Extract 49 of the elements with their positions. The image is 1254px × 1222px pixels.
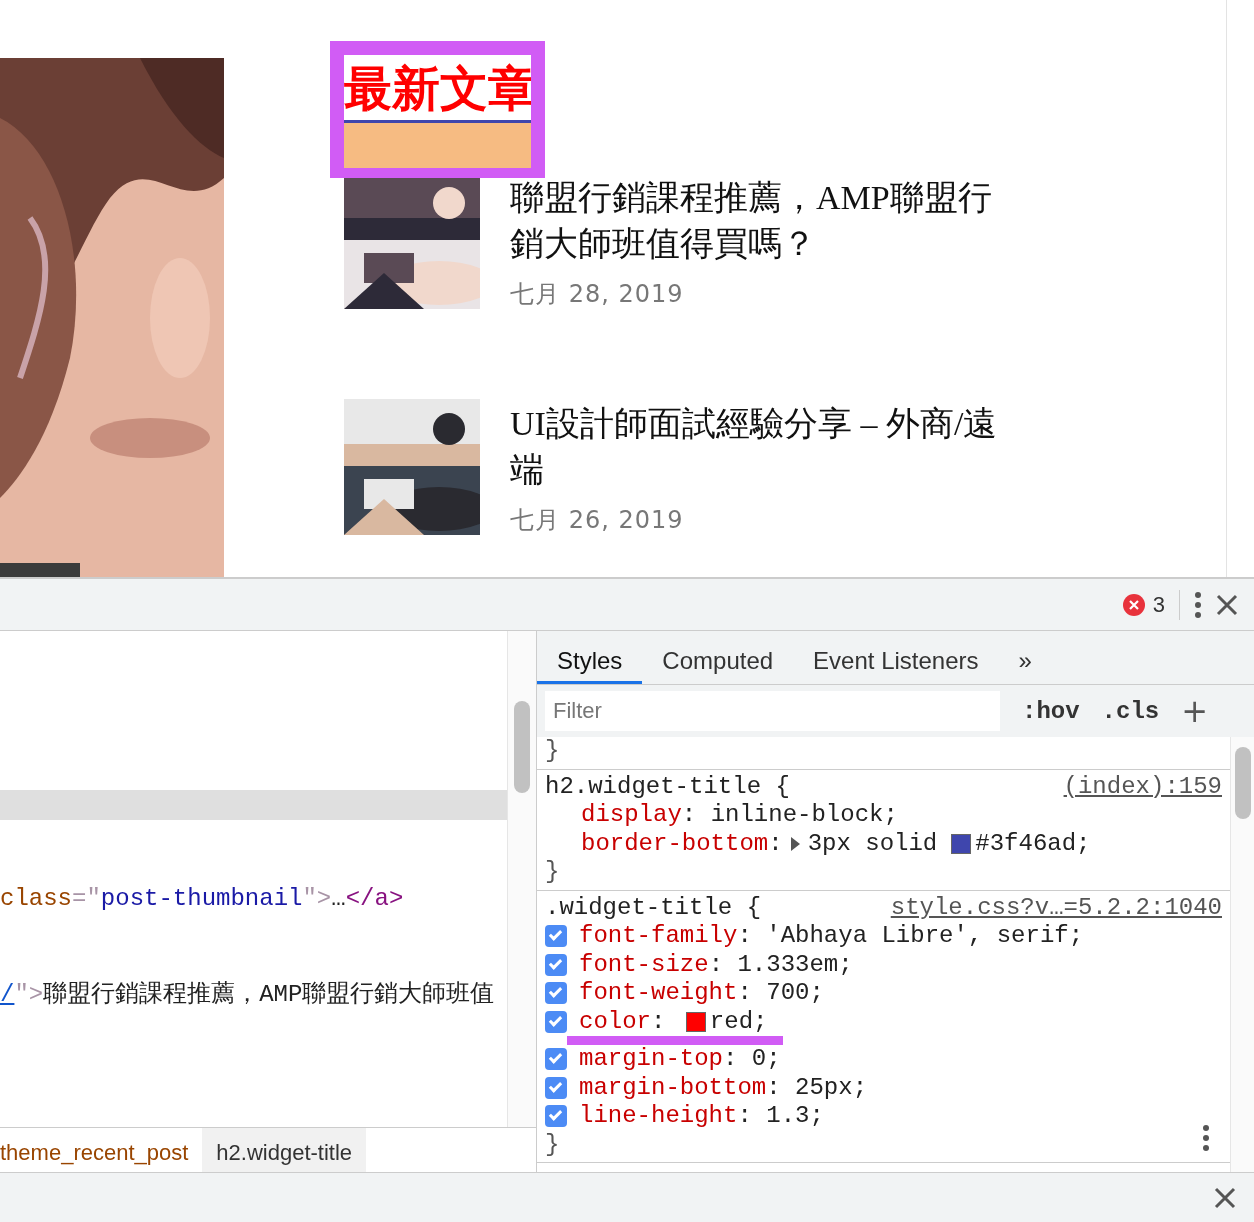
breadcrumb[interactable]: h2.widget-title	[202, 1128, 367, 1172]
scrollbar-thumb[interactable]	[514, 701, 530, 793]
post-date: 七月 26, 2019	[510, 505, 684, 536]
filter-field[interactable]: Filter	[545, 691, 1000, 731]
error-icon	[1122, 593, 1145, 616]
more-icon[interactable]	[1194, 590, 1202, 619]
checkbox[interactable]	[545, 1105, 567, 1128]
checkbox[interactable]	[545, 925, 567, 948]
closing-brace: }	[545, 858, 560, 887]
color-swatch[interactable]	[951, 833, 972, 854]
close-icon[interactable]	[1214, 1186, 1236, 1209]
css-declaration: border-bottom: 3px solid #3f46ad;	[580, 829, 1092, 858]
closing-brace: }	[545, 1130, 560, 1159]
cls-button[interactable]: .cls	[1101, 697, 1160, 725]
post-title[interactable]: UI設計師面試經驗分享 – 外商/遠端	[510, 401, 1015, 494]
checkbox[interactable]	[545, 953, 567, 976]
source-link[interactable]: (index):159	[1063, 772, 1222, 801]
tab[interactable]: Computed	[642, 631, 794, 684]
color-swatch[interactable]	[685, 1011, 706, 1032]
css-declaration: font-family: 'Abhaya Libre', serif;	[545, 922, 1222, 951]
css-selector: h2.widget-title {	[545, 772, 790, 801]
error-count[interactable]: 3	[1152, 588, 1165, 621]
checkbox[interactable]	[545, 1048, 567, 1071]
checkbox[interactable]	[545, 1076, 567, 1099]
css-declaration: margin-top: 0;	[545, 1045, 1222, 1074]
css-declaration: font-weight: 700;	[545, 979, 1222, 1008]
add-rule-button[interactable]: +	[1181, 687, 1209, 735]
css-selector: .widget-title {	[545, 893, 762, 922]
css-declaration: margin-bottom: 25px;	[545, 1073, 1222, 1102]
expand-icon[interactable]	[790, 836, 800, 851]
source-link[interactable]: style.css?v…=5.2.2:1040	[890, 893, 1222, 922]
css-declaration: font-size: 1.333em;	[545, 950, 1222, 979]
more-tabs-button[interactable]: »	[998, 631, 1052, 684]
dom-line[interactable]: class="post-thumbnail">…</a>	[0, 884, 507, 914]
checkbox[interactable]	[545, 1010, 567, 1033]
css-declaration: display: inline-block;	[580, 801, 899, 830]
dom-line[interactable]: /">聯盟行銷課程推薦，AMP聯盟行銷大師班值	[0, 980, 507, 1010]
tab[interactable]: Event Listeners	[793, 631, 999, 684]
checkbox[interactable]	[545, 982, 567, 1005]
scrollbar-thumb[interactable]	[1235, 747, 1251, 819]
post-date: 七月 28, 2019	[510, 279, 684, 310]
closing-brace: }	[545, 737, 560, 766]
css-declaration: color: red;	[545, 1007, 1222, 1036]
close-icon[interactable]	[1216, 593, 1238, 616]
post-title[interactable]: 聯盟行銷課程推薦，AMP聯盟行銷大師班值得買嗎？	[510, 175, 1015, 268]
hov-button[interactable]: :hov	[1022, 697, 1080, 725]
breadcrumb[interactable]: theme_recent_post	[0, 1128, 203, 1172]
css-declaration: line-height: 1.3;	[545, 1102, 1222, 1131]
more-icon[interactable]	[1202, 1124, 1210, 1152]
